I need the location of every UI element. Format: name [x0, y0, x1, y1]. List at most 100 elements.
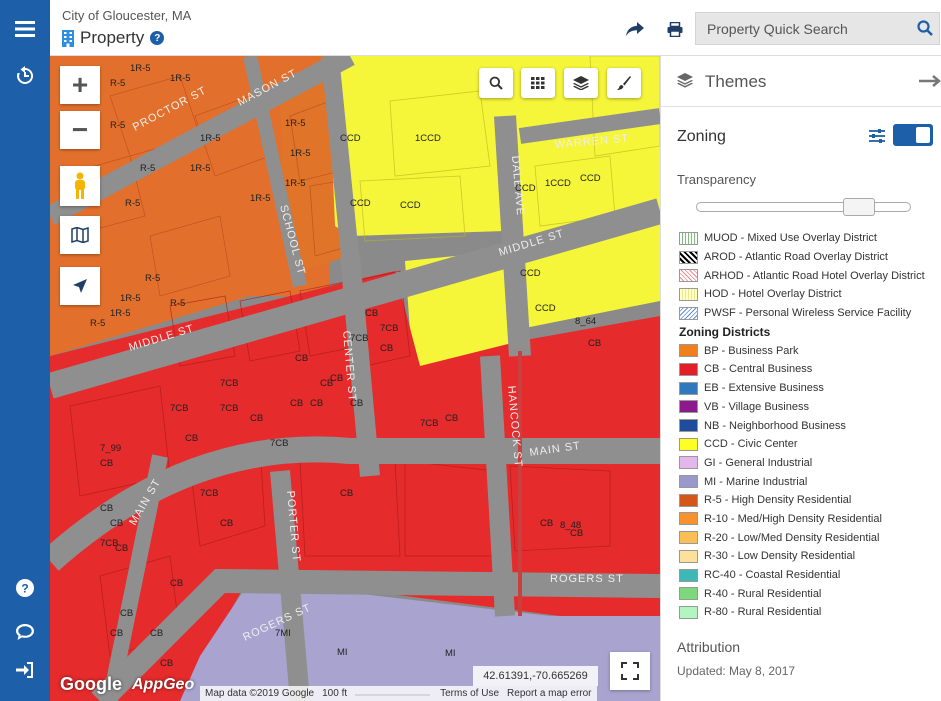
zoom-in-button[interactable]: + — [60, 66, 100, 104]
legend-swatch-pwsf — [679, 306, 698, 320]
legend-label: RC-40 - Coastal Residential — [704, 569, 841, 582]
parcel-label: CCD — [580, 173, 601, 184]
legend-swatch — [679, 456, 698, 470]
left-rail: ? — [0, 0, 50, 701]
legend-swatch — [679, 512, 698, 526]
parcel-label: CB — [120, 608, 133, 619]
legend-label: R-5 - High Density Residential — [704, 494, 852, 507]
parcel-label: 1R-5 — [120, 293, 141, 304]
legend-item: R-40 - Rural Residential — [679, 584, 941, 603]
history-icon[interactable] — [0, 58, 50, 94]
legend-swatch — [679, 419, 698, 433]
appgeo-logo: AppGeo — [132, 676, 195, 693]
legend-label: EB - Extensive Business — [704, 382, 824, 395]
legend-swatch — [679, 362, 698, 376]
parcel-label: 7CB — [380, 323, 398, 334]
title-help-icon[interactable]: ? — [150, 31, 165, 45]
legend-swatch — [679, 605, 698, 619]
legend-item: CB - Central Business — [679, 360, 941, 379]
parcel-label: MI — [337, 647, 348, 658]
zoning-map: PROCTOR ST MASON ST SCHOOL ST MIDDLE ST … — [50, 56, 660, 701]
sign-in-icon[interactable] — [0, 652, 50, 688]
menu-icon[interactable] — [0, 11, 50, 47]
search-icon[interactable] — [917, 20, 933, 41]
parcel-label: 1R-5 — [290, 148, 311, 159]
parcel-label: 1R-5 — [285, 178, 306, 189]
legend-label: CCD - Civic Center — [704, 438, 798, 451]
legend-label: ARHOD - Atlantic Road Hotel Overlay Dist… — [704, 269, 925, 282]
section-title: Zoning — [677, 128, 726, 145]
parcel-label: R-5 — [90, 318, 105, 329]
grid-icon[interactable] — [521, 68, 555, 98]
legend-label: PWSF - Personal Wireless Service Facilit… — [704, 307, 912, 320]
parcel-label: CB — [320, 378, 333, 389]
settings-sliders-icon[interactable] — [869, 129, 885, 148]
transparency-slider[interactable] — [696, 198, 911, 216]
legend-swatch — [679, 587, 698, 601]
parcel-label: CB — [100, 458, 113, 469]
parcel-label: 1R-5 — [110, 308, 131, 319]
legend-label: CB - Central Business — [704, 363, 813, 376]
zoning-legend: MUOD - Mixed Use Overlay District AROD -… — [679, 229, 941, 622]
zoning-toggle[interactable] — [893, 124, 933, 146]
fullscreen-button[interactable] — [610, 652, 650, 690]
legend-swatch-arod — [679, 250, 698, 264]
legend-label: R-80 - Rural Residential — [704, 606, 822, 619]
legend-label: R-40 - Rural Residential — [704, 587, 822, 600]
locate-icon[interactable] — [60, 267, 100, 305]
parcel-label: 8_48 — [560, 520, 581, 531]
parcel-label: CB — [115, 543, 128, 554]
parcel-label: 1R-5 — [200, 133, 221, 144]
legend-label: HOD - Hotel Overlay District — [704, 288, 842, 301]
layers-icon[interactable] — [564, 68, 598, 98]
parcel-label: CB — [160, 658, 173, 669]
zoom-out-button[interactable]: − — [60, 111, 100, 149]
legend-label: VB - Village Business — [704, 400, 809, 413]
map-search-icon[interactable] — [479, 68, 513, 98]
parcel-label: CB — [220, 518, 233, 529]
print-icon[interactable] — [663, 18, 687, 40]
districts-heading: Zoning Districts — [679, 324, 771, 339]
legend-label: BP - Business Park — [704, 344, 799, 357]
updated-date: Updated: May 8, 2017 — [677, 664, 796, 678]
transparency-label: Transparency — [677, 172, 756, 187]
terms-link[interactable]: Terms of Use — [440, 688, 499, 699]
legend-item: R-80 - Rural Residential — [679, 603, 941, 622]
parcel-label: CB — [588, 338, 601, 349]
parcel-label: CB — [185, 433, 198, 444]
legend-label: GI - General Industrial — [704, 456, 813, 469]
coordinate-readout: 42.61391,-70.665269 — [473, 666, 598, 686]
transparency-slider-handle[interactable] — [843, 198, 875, 216]
map-view[interactable]: PROCTOR ST MASON ST SCHOOL ST MIDDLE ST … — [50, 56, 660, 701]
parcel-label: CB — [110, 628, 123, 639]
legend-item: MUOD - Mixed Use Overlay District — [679, 229, 941, 248]
legend-label: R-10 - Med/High Density Residential — [704, 512, 882, 525]
parcel-label: CB — [310, 398, 323, 409]
legend-item: R-10 - Med/High Density Residential — [679, 510, 941, 529]
parcel-label: 1R-5 — [170, 73, 191, 84]
chat-icon[interactable] — [0, 614, 50, 650]
legend-item: R-30 - Low Density Residential — [679, 547, 941, 566]
report-error-link[interactable]: Report a map error — [507, 688, 591, 699]
map-type-icon[interactable] — [60, 216, 100, 254]
parcel-label: CCD — [340, 133, 361, 144]
legend-item: MI - Marine Industrial — [679, 472, 941, 491]
parcel-label: 7CB — [270, 438, 288, 449]
help-icon[interactable]: ? — [0, 570, 50, 606]
legend-label: MUOD - Mixed Use Overlay District — [704, 232, 877, 245]
paintbrush-icon[interactable] — [607, 68, 641, 98]
legend-item: RC-40 - Coastal Residential — [679, 566, 941, 585]
parcel-label: 7CB — [220, 403, 238, 414]
legend-label: NB - Neighborhood Business — [704, 419, 846, 432]
legend-swatch — [679, 400, 698, 414]
share-icon[interactable] — [623, 18, 647, 40]
parcel-label: 1R-5 — [250, 193, 271, 204]
scale-text[interactable]: 100 ft — [322, 688, 432, 699]
property-search-input[interactable] — [696, 13, 906, 44]
street-view-pegman-icon[interactable] — [60, 166, 100, 206]
collapse-arrow-icon[interactable] — [919, 74, 941, 92]
parcel-label: R-5 — [125, 198, 140, 209]
parcel-label: 1CCD — [545, 178, 571, 189]
parcel-label: 7MI — [275, 628, 291, 639]
parcel-label: 7CB — [220, 378, 238, 389]
